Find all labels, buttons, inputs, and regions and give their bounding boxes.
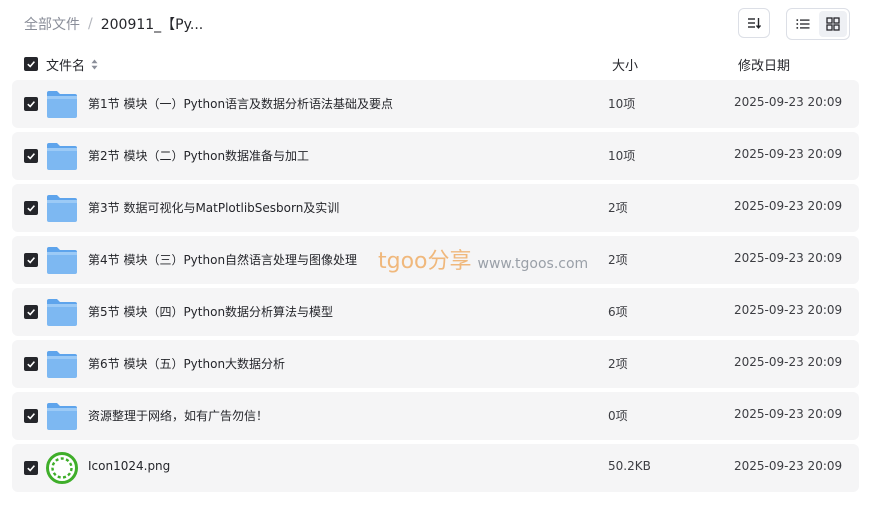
- breadcrumb: 全部文件 / 200911_【Py...: [24, 14, 203, 34]
- file-modified-date: 2025-09-23 20:09: [734, 147, 843, 161]
- checkmark-icon: [27, 465, 36, 472]
- file-row[interactable]: 第4节 模块（三）Python自然语言处理与图像处理 2项 2025-09-23 2…: [12, 236, 859, 284]
- row-checkbox[interactable]: [24, 97, 38, 111]
- size-column-header: 大小: [612, 59, 639, 74]
- list-view-button[interactable]: [789, 11, 817, 37]
- folder-icon: [46, 297, 78, 327]
- file-size: 10项: [608, 149, 636, 163]
- file-name[interactable]: 第3节 数据可视化与MatPlotlibSesborn及实训: [88, 199, 339, 216]
- breadcrumb-current: 200911_【Py...: [100, 17, 204, 33]
- file-row[interactable]: Icon1024.png 50.2KB 2025-09-23 20:09: [12, 444, 859, 492]
- checkmark-icon: [27, 309, 36, 316]
- file-row[interactable]: 第5节 模块（四）Python数据分析算法与模型 6项 2025-09-23 20:…: [12, 288, 859, 336]
- row-checkbox[interactable]: [24, 409, 38, 423]
- checkmark-icon: [27, 153, 36, 160]
- file-modified-date: 2025-09-23 20:09: [734, 303, 843, 317]
- date-column-header: 修改日期: [738, 59, 791, 74]
- checkmark-icon: [27, 61, 36, 68]
- file-modified-date: 2025-09-23 20:09: [734, 251, 843, 265]
- checkmark-icon: [27, 413, 36, 420]
- folder-icon: [46, 401, 78, 431]
- file-row[interactable]: 第2节 模块（二）Python数据准备与加工 10项 2025-09-23 20:0…: [12, 132, 859, 180]
- file-name[interactable]: 资源整理于网络，如有广告勿信！: [88, 407, 268, 424]
- file-name[interactable]: 第5节 模块（四）Python数据分析算法与模型: [88, 303, 333, 320]
- folder-icon: [46, 141, 78, 171]
- file-name[interactable]: 第6节 模块（五）Python大数据分析: [88, 355, 285, 372]
- image-file-icon: [46, 452, 78, 484]
- file-name[interactable]: 第4节 模块（三）Python自然语言处理与图像处理: [88, 251, 357, 268]
- view-mode-switch: [786, 8, 850, 40]
- file-row[interactable]: 第6节 模块（五）Python大数据分析 2项 2025-09-23 20:09: [12, 340, 859, 388]
- checkmark-icon: [27, 205, 36, 212]
- file-size: 2项: [608, 253, 628, 267]
- file-size: 10项: [608, 97, 636, 111]
- breadcrumb-separator: /: [88, 16, 93, 32]
- file-name[interactable]: 第1节 模块（一）Python语言及数据分析语法基础及要点: [88, 95, 393, 112]
- file-name[interactable]: Icon1024.png: [88, 459, 170, 473]
- row-checkbox[interactable]: [24, 305, 38, 319]
- checkmark-icon: [27, 361, 36, 368]
- sort-icon: [748, 18, 761, 29]
- folder-icon: [46, 193, 78, 223]
- file-name[interactable]: 第2节 模块（二）Python数据准备与加工: [88, 147, 309, 164]
- select-all-checkbox[interactable]: [24, 57, 38, 71]
- row-checkbox[interactable]: [24, 253, 38, 267]
- view-toolbar: [738, 8, 850, 40]
- file-list-header: 文件名 大小 修改日期: [12, 54, 858, 74]
- row-checkbox[interactable]: [24, 357, 38, 371]
- grid-view-icon: [826, 17, 840, 31]
- file-size: 6项: [608, 305, 628, 319]
- row-checkbox[interactable]: [24, 201, 38, 215]
- sort-button[interactable]: [738, 8, 770, 38]
- file-size: 2项: [608, 357, 628, 371]
- row-checkbox[interactable]: [24, 461, 38, 475]
- file-modified-date: 2025-09-23 20:09: [734, 459, 843, 473]
- list-view-icon: [796, 19, 810, 29]
- file-modified-date: 2025-09-23 20:09: [734, 355, 843, 369]
- checkmark-icon: [27, 257, 36, 264]
- name-column-label: 文件名: [46, 59, 86, 74]
- file-size: 0项: [608, 409, 628, 423]
- folder-icon: [46, 89, 78, 119]
- folder-icon: [46, 349, 78, 379]
- row-checkbox[interactable]: [24, 149, 38, 163]
- sort-toggle-icon: [91, 59, 98, 70]
- file-modified-date: 2025-09-23 20:09: [734, 95, 843, 109]
- grid-view-button[interactable]: [819, 11, 847, 37]
- file-row[interactable]: 第3节 数据可视化与MatPlotlibSesborn及实训 2项 2025-09-…: [12, 184, 859, 232]
- file-modified-date: 2025-09-23 20:09: [734, 199, 843, 213]
- file-modified-date: 2025-09-23 20:09: [734, 407, 843, 421]
- file-size: 2项: [608, 201, 628, 215]
- name-column-header[interactable]: 文件名: [46, 55, 98, 74]
- folder-icon: [46, 245, 78, 275]
- file-row[interactable]: 资源整理于网络，如有广告勿信！ 0项 2025-09-23 20:09: [12, 392, 859, 440]
- breadcrumb-root-link[interactable]: 全部文件: [24, 14, 80, 34]
- file-row[interactable]: 第1节 模块（一）Python语言及数据分析语法基础及要点 10项 2025-09-…: [12, 80, 859, 128]
- file-size: 50.2KB: [608, 459, 651, 473]
- checkmark-icon: [27, 101, 36, 108]
